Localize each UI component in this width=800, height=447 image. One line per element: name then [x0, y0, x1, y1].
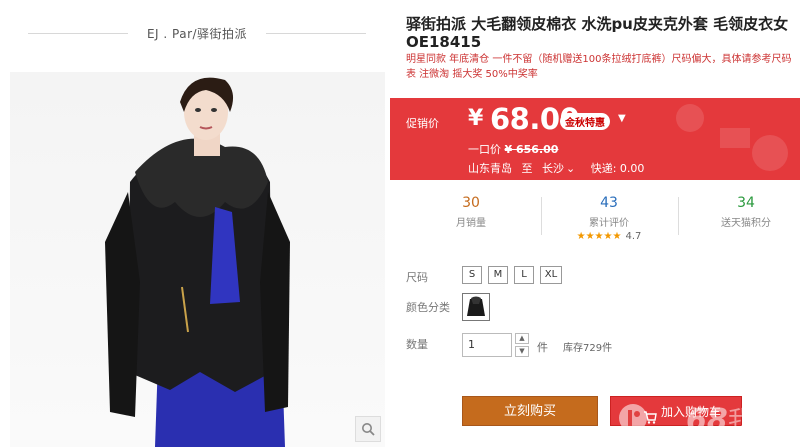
product-image[interactable]	[10, 72, 385, 447]
shipping-info: 山东青岛 至 长沙 ⌄ 快递: 0.00	[468, 160, 650, 176]
quantity-input[interactable]: 1	[462, 333, 512, 357]
quantity-label: 数量	[406, 338, 428, 351]
product-subtitle: 明星同款 年底清仓 一件不留（随机赠送100条拉绒打底裤）尺码偏大，具体请参考尺…	[406, 54, 792, 80]
size-label: 尺码	[406, 271, 428, 284]
original-price: 一口价 ¥ 656.00	[468, 141, 558, 157]
add-to-cart-button[interactable]: 加入购物车	[610, 396, 742, 426]
reviews-value: 43	[600, 195, 618, 211]
monthly-sales: 30 月销量	[406, 195, 536, 229]
product-title: 驿街拍派 大毛翻领皮棉衣 水洗pu皮夹克外套 毛领皮衣女OE18415	[406, 15, 789, 51]
add-to-cart-label: 加入购物车	[661, 405, 722, 419]
monthly-sales-label: 月销量	[456, 218, 486, 229]
points-value: 34	[737, 195, 755, 211]
divider	[541, 197, 542, 235]
original-price-value: ¥ 656.00	[504, 143, 559, 156]
size-option-xl[interactable]: XL	[540, 266, 562, 284]
currency-symbol: ¥	[468, 106, 484, 131]
jacket-thumbnail-icon	[467, 296, 485, 316]
cart-icon	[643, 405, 657, 435]
promo-badge[interactable]: 金秋特惠	[560, 113, 610, 130]
rating-score: 4.7	[625, 231, 642, 242]
price-panel: 促销价 ¥ 68.00 金秋特惠 ▼ 一口价 ¥ 656.00 山东青岛 至 长…	[390, 98, 800, 180]
reviews[interactable]: 43 累计评价 ★★★★★ 4.7	[544, 195, 674, 242]
color-option[interactable]	[462, 293, 490, 321]
chevron-down-icon[interactable]: ▼	[618, 113, 626, 124]
original-price-label: 一口价	[468, 143, 501, 156]
zoom-button[interactable]	[355, 416, 381, 442]
monthly-sales-value: 30	[462, 195, 480, 211]
size-option-s[interactable]: S	[462, 266, 482, 284]
ship-to-select[interactable]: 长沙 ⌄	[542, 162, 581, 175]
quantity-decrease-button[interactable]: ▼	[515, 346, 529, 357]
star-icons: ★★★★★	[576, 231, 622, 242]
svg-text:乐: 乐	[758, 406, 782, 434]
price-label: 促销价	[406, 117, 439, 130]
chevron-down-icon: ⌄	[566, 162, 576, 175]
buy-now-button[interactable]: 立刻购买	[462, 396, 598, 426]
size-option-m[interactable]: M	[488, 266, 508, 284]
quantity-unit: 件	[537, 341, 548, 354]
divider	[266, 33, 366, 34]
points-label: 送天猫积分	[721, 218, 771, 229]
ship-from: 山东青岛	[468, 162, 512, 175]
tmall-points: 34 送天猫积分	[681, 195, 800, 229]
decorative-pattern	[676, 104, 788, 171]
stock-count: 库存729件	[563, 343, 613, 354]
quantity-increase-button[interactable]: ▲	[515, 333, 529, 344]
ship-to: 长沙	[542, 162, 564, 175]
shipping-fee: 快递: 0.00	[590, 162, 645, 175]
rating-stars: ★★★★★ 4.7	[544, 231, 674, 242]
ship-to-label: 至	[521, 162, 533, 175]
magnifier-icon	[362, 423, 375, 436]
divider	[678, 197, 679, 235]
color-label: 颜色分类	[406, 301, 450, 314]
reviews-label: 累计评价	[589, 218, 629, 229]
size-option-l[interactable]: L	[514, 266, 534, 284]
shop-header: EJ . Par/驿街拍派	[28, 22, 366, 44]
stats-row: 30 月销量 43 累计评价 ★★★★★ 4.7 34 送天猫积分	[406, 195, 800, 245]
model-illustration	[105, 77, 290, 447]
